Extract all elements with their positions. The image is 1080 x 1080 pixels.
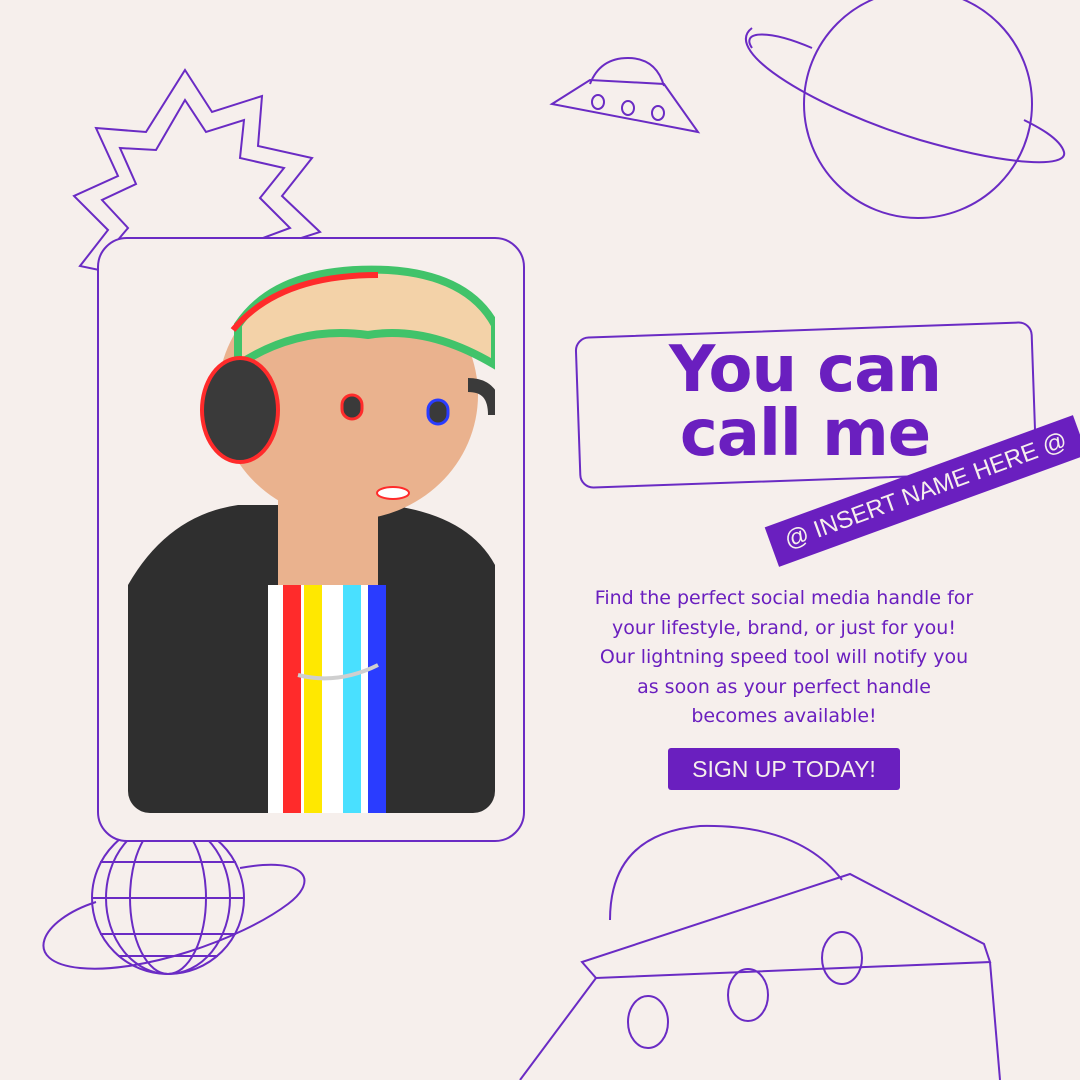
character-illustration [128,265,495,813]
ufo-icon [549,56,701,134]
headline: You can call me [600,338,1010,466]
description-text: Find the perfect social media handle for… [594,587,974,727]
planet-icon [744,0,1066,219]
ufo-icon [519,824,1001,1080]
headline-line-1: You can [669,333,942,407]
headline-line-2: call me [679,397,931,471]
sign-up-button[interactable]: SIGN UP TODAY! [668,748,900,790]
character-art [128,265,495,813]
disco-planet-icon [42,821,306,975]
